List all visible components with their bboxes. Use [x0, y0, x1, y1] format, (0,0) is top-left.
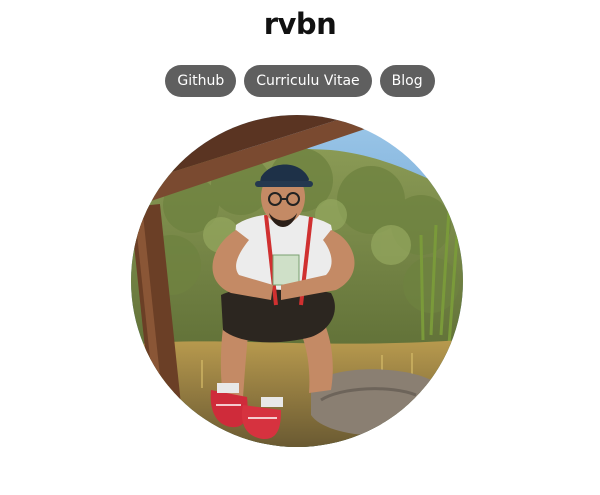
nav-links: Github Curriculu Vitae Blog	[0, 65, 600, 97]
blog-link[interactable]: Blog	[379, 65, 435, 97]
curriculum-vitae-link[interactable]: Curriculu Vitae	[244, 65, 372, 97]
github-link[interactable]: Github	[165, 65, 237, 97]
site-title: rvbn	[263, 7, 337, 41]
page: rvbn Github Curriculu Vitae Blog	[0, 0, 600, 495]
avatar-photo	[131, 115, 463, 447]
profile-photo-illustration	[131, 115, 463, 447]
